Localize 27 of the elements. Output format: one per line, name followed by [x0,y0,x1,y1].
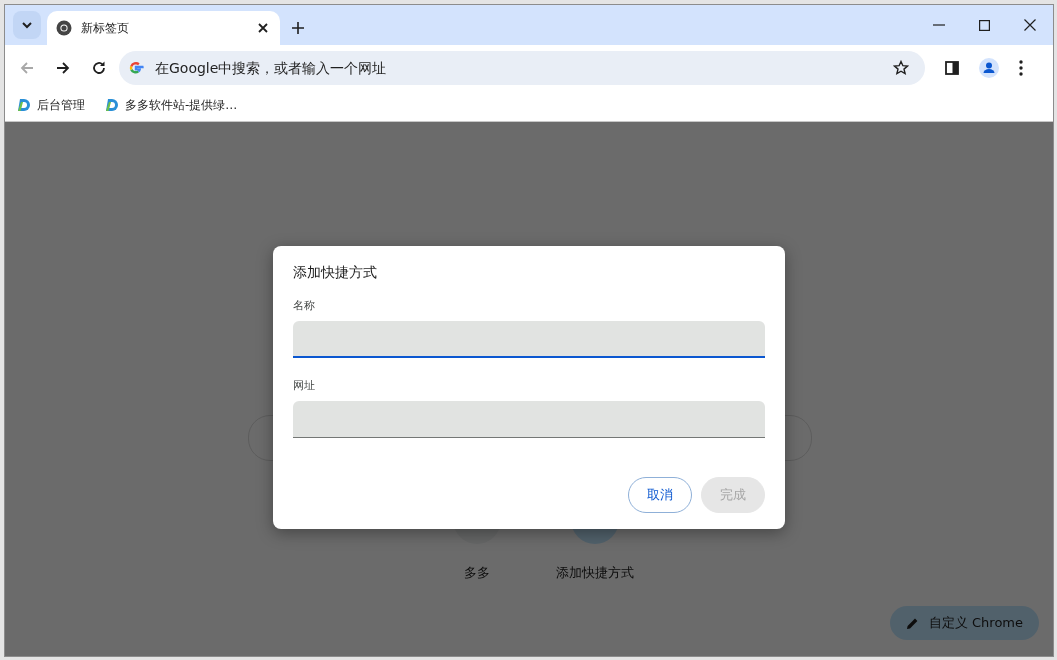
input-field[interactable] [293,401,765,438]
maximize-icon[interactable] [979,19,990,31]
pencil-icon [905,616,919,630]
input-field[interactable] [293,321,765,358]
profile-avatar-icon[interactable] [979,57,999,78]
close-icon[interactable] [258,23,268,33]
new-tab-icon[interactable] [292,22,304,34]
field-label: 名称 [293,298,315,313]
tab-search-button[interactable] [13,11,41,39]
menu-icon[interactable] [1019,59,1023,76]
tab-title: 新标签页 [81,19,130,37]
star-icon[interactable] [893,59,909,76]
chevron-down-icon [22,21,32,29]
dialog-title: 添加快捷方式 [293,264,378,282]
bookmark[interactable]: 多多软件站-提供绿… [105,97,238,114]
side-panel-icon[interactable] [945,60,959,75]
address-bar[interactable]: 在Google中搜索，或者输入一个网址 [119,50,925,85]
chrome-logo-icon [56,20,72,36]
close-icon[interactable] [1024,19,1036,31]
leaf-logo-icon [17,98,31,113]
bookmark[interactable]: 后台管理 [17,97,85,114]
browser-tab[interactable]: 新标签页 [47,11,280,45]
forward-icon[interactable] [55,59,71,76]
leaf-logo-icon [105,98,119,113]
reload-icon[interactable] [91,59,107,76]
cancel-button[interactable]: 取消 [628,477,692,513]
field-label: 网址 [293,378,315,393]
